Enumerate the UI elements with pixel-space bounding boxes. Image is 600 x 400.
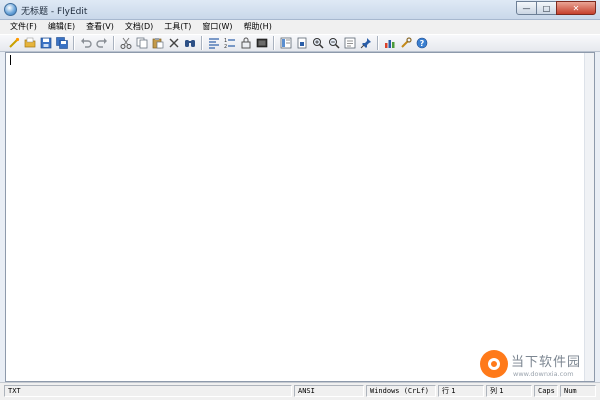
status-caps: Caps xyxy=(534,385,558,397)
cut-button[interactable] xyxy=(119,36,133,50)
toolbar-separator xyxy=(377,36,379,50)
zoom-out-icon xyxy=(329,38,340,49)
fullscreen-button[interactable] xyxy=(255,36,269,50)
undo-button[interactable] xyxy=(79,36,93,50)
save-button[interactable] xyxy=(39,36,53,50)
app-icon xyxy=(4,3,17,16)
status-line-ending[interactable]: Windows (CrLf) xyxy=(366,385,436,397)
help-icon: ? xyxy=(416,37,428,49)
numbered-list-button[interactable]: 12 xyxy=(223,36,237,50)
status-column: 列 1 xyxy=(486,385,532,397)
pin-button[interactable] xyxy=(359,36,373,50)
zoom-out-button[interactable] xyxy=(327,36,341,50)
title-bar[interactable]: 无标题 - FlyEdit — □ ✕ xyxy=(0,0,600,20)
fullscreen-icon xyxy=(256,38,268,48)
new-file-button[interactable] xyxy=(7,36,21,50)
minimize-icon: — xyxy=(522,3,531,13)
export-icon xyxy=(297,37,307,49)
maximize-button[interactable]: □ xyxy=(536,1,557,15)
maximize-icon: □ xyxy=(542,3,551,13)
toolbar-separator xyxy=(201,36,203,50)
delete-button[interactable] xyxy=(167,36,181,50)
tools-button[interactable] xyxy=(399,36,413,50)
window-controls: — □ ✕ xyxy=(516,1,596,15)
watermark: 当下软件园 www.downxia.com xyxy=(480,350,595,382)
menu-tools[interactable]: 工具(T) xyxy=(159,20,196,34)
cut-icon xyxy=(120,37,132,49)
status-num: Num xyxy=(560,385,596,397)
window-title: 无标题 - FlyEdit xyxy=(21,7,88,17)
align-left-icon xyxy=(209,38,219,49)
paste-icon xyxy=(152,38,164,49)
undo-icon xyxy=(81,38,92,48)
lock-button[interactable] xyxy=(239,36,253,50)
save-icon xyxy=(40,37,52,49)
save-all-button[interactable] xyxy=(55,36,69,50)
menu-help[interactable]: 帮助(H) xyxy=(239,20,277,34)
vertical-scrollbar-track[interactable] xyxy=(584,53,594,381)
page-view-icon xyxy=(344,37,356,49)
binoculars-icon xyxy=(185,40,195,47)
new-file-icon xyxy=(9,37,20,48)
wrench-icon xyxy=(401,37,412,48)
open-button[interactable] xyxy=(23,36,37,50)
copy-icon xyxy=(136,37,148,49)
menu-document[interactable]: 文档(D) xyxy=(120,20,158,34)
menu-file[interactable]: 文件(F) xyxy=(5,20,42,34)
watermark-url: www.downxia.com xyxy=(513,370,574,378)
redo-icon xyxy=(96,38,107,48)
status-line: 行 1 xyxy=(438,385,484,397)
toolbar-separator xyxy=(113,36,115,50)
text-caret xyxy=(10,55,11,65)
minimize-button[interactable]: — xyxy=(516,1,537,15)
watermark-text: 当下软件园 xyxy=(511,355,582,370)
close-icon: ✕ xyxy=(572,3,580,13)
zoom-in-button[interactable] xyxy=(311,36,325,50)
svg-text:?: ? xyxy=(420,39,425,48)
toolbar-separator xyxy=(73,36,75,50)
menu-view[interactable]: 查看(V) xyxy=(81,20,119,34)
status-encoding[interactable]: ANSI xyxy=(294,385,364,397)
redo-button[interactable] xyxy=(95,36,109,50)
align-button[interactable] xyxy=(207,36,221,50)
help-button[interactable]: ? xyxy=(415,36,429,50)
svg-text:2: 2 xyxy=(224,44,227,49)
toolbar: 12 ? xyxy=(0,34,600,52)
layout-button[interactable] xyxy=(279,36,293,50)
menu-bar: 文件(F) 编辑(E) 查看(V) 文档(D) 工具(T) 窗口(W) 帮助(H… xyxy=(0,20,600,34)
close-button[interactable]: ✕ xyxy=(556,1,596,15)
export-button[interactable] xyxy=(295,36,309,50)
save-all-icon xyxy=(56,37,68,49)
toolbar-separator xyxy=(273,36,275,50)
status-file-format: TXT xyxy=(4,385,292,397)
chart-button[interactable] xyxy=(383,36,397,50)
zoom-in-icon xyxy=(313,38,324,49)
text-editor[interactable] xyxy=(5,52,595,382)
layout-icon xyxy=(280,37,292,49)
find-button[interactable] xyxy=(183,36,197,50)
lock-icon xyxy=(241,37,251,49)
menu-window[interactable]: 窗口(W) xyxy=(197,20,237,34)
paste-button[interactable] xyxy=(151,36,165,50)
pin-icon xyxy=(360,38,371,49)
copy-button[interactable] xyxy=(135,36,149,50)
delete-icon xyxy=(169,38,179,48)
open-folder-icon xyxy=(24,37,36,48)
numbered-list-icon: 12 xyxy=(224,38,235,49)
chart-icon xyxy=(385,40,395,48)
watermark-logo-icon xyxy=(480,350,508,378)
status-bar: TXT ANSI Windows (CrLf) 行 1 列 1 Caps Num xyxy=(0,382,600,400)
menu-edit[interactable]: 编辑(E) xyxy=(43,20,80,34)
page-view-button[interactable] xyxy=(343,36,357,50)
